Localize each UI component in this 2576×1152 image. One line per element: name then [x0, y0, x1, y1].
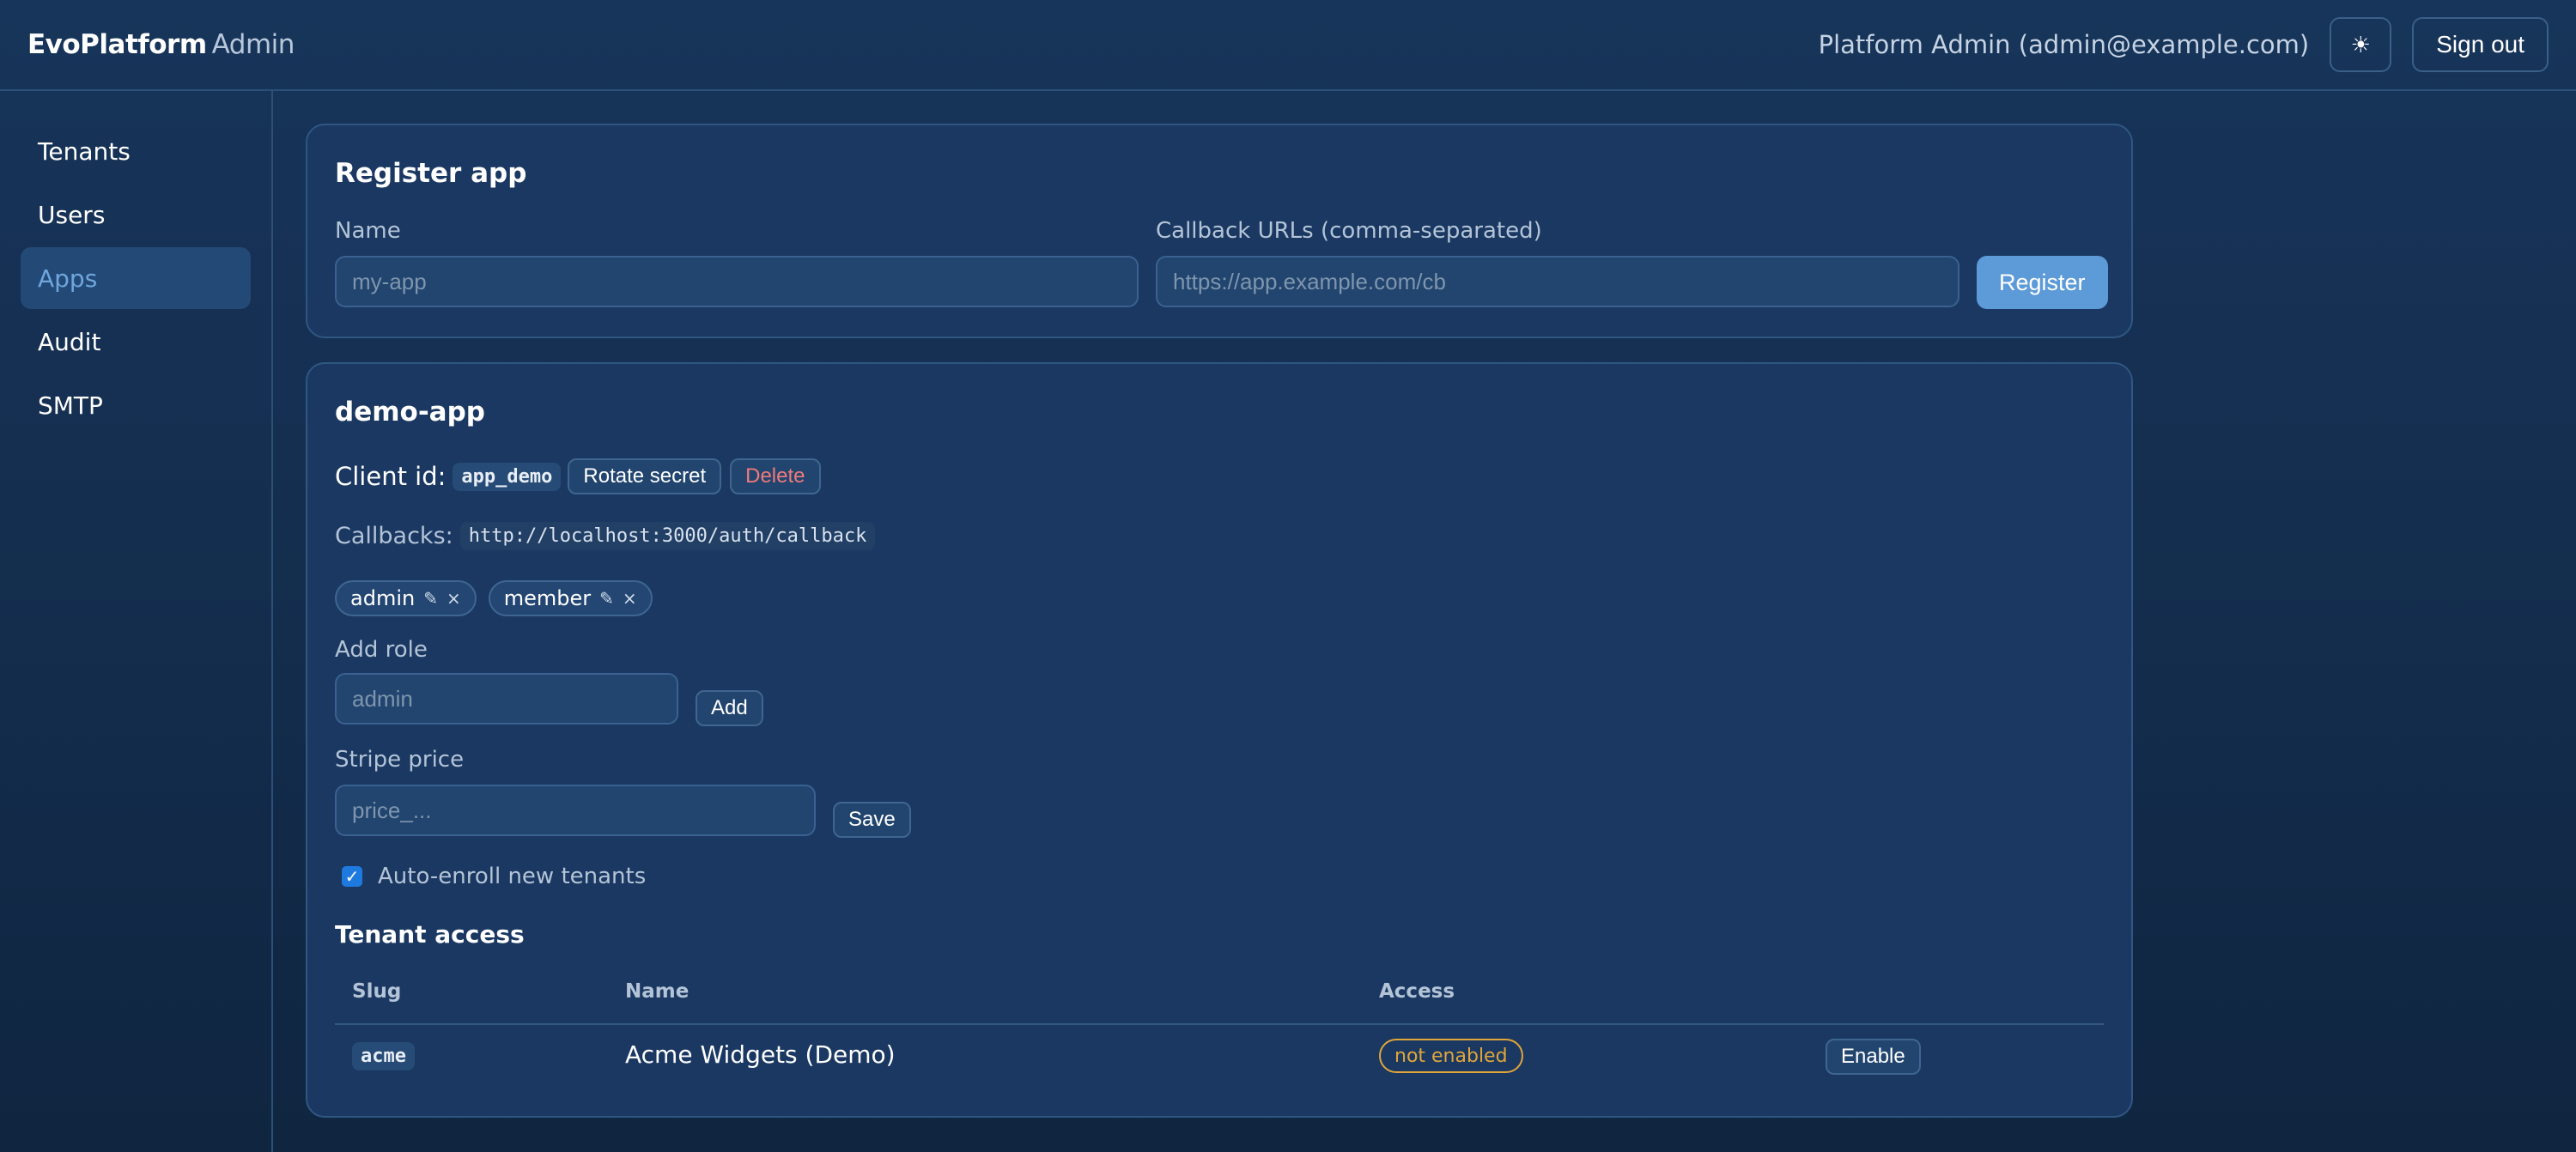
stripe-price-input[interactable]: price_...	[335, 785, 816, 836]
client-id-row: Client id: app_demo Rotate secret Delete	[335, 458, 821, 494]
column-header-slug: Slug	[352, 980, 402, 1003]
tenant-slug-cell: acme	[352, 1042, 415, 1070]
rotate-secret-button[interactable]: Rotate secret	[568, 458, 722, 494]
stripe-price-label: Stripe price	[335, 747, 465, 773]
auto-enroll-row: ✓ Auto-enroll new tenants	[342, 864, 646, 889]
sidebar: Tenants Users Apps Audit SMTP	[0, 91, 273, 1152]
sidebar-item-audit[interactable]: Audit	[21, 311, 251, 373]
tenant-access-title: Tenant access	[335, 920, 525, 949]
app-card-demo-app: demo-app Client id: app_demo Rotate secr…	[306, 362, 2133, 1118]
client-id-label: Client id:	[335, 462, 447, 491]
brand-sub: Admin	[211, 29, 295, 60]
client-id-value: app_demo	[453, 462, 562, 491]
auto-enroll-label: Auto-enroll new tenants	[378, 864, 647, 889]
add-role-button[interactable]: Add	[696, 690, 763, 726]
add-role-label: Add role	[335, 637, 428, 663]
add-role-input[interactable]: admin	[335, 673, 678, 725]
brand-name: EvoPlatform	[27, 29, 207, 60]
callbacks-label: Callbacks:	[335, 523, 453, 549]
register-app-title: Register app	[335, 158, 527, 189]
column-header-access: Access	[1379, 980, 1455, 1003]
delete-app-button[interactable]: Delete	[730, 458, 821, 494]
role-chips: admin ✎ × member ✎ ×	[335, 580, 665, 616]
close-icon[interactable]: ×	[447, 588, 461, 609]
name-field-label: Name	[335, 218, 401, 244]
access-status-badge: not enabled	[1379, 1039, 1523, 1073]
callback-urls-label: Callback URLs (comma-separated)	[1156, 218, 1542, 244]
app-brand[interactable]: EvoPlatform Admin	[27, 29, 295, 60]
register-button[interactable]: Register	[1977, 256, 2108, 309]
callbacks-row: Callbacks: http://localhost:3000/auth/ca…	[335, 522, 876, 550]
tenant-name-cell: Acme Widgets (Demo)	[625, 1040, 896, 1069]
sidebar-item-smtp[interactable]: SMTP	[21, 374, 251, 436]
header-actions: Platform Admin (admin@example.com) ☀ Sig…	[1819, 17, 2549, 72]
role-name: admin	[350, 586, 416, 610]
callback-urls-input[interactable]: https://app.example.com/cb	[1156, 256, 1959, 307]
pencil-icon[interactable]: ✎	[599, 588, 614, 609]
sun-icon: ☀	[2350, 31, 2371, 58]
auto-enroll-checkbox[interactable]: ✓	[342, 866, 362, 887]
app-name-input[interactable]: my-app	[335, 256, 1139, 307]
sign-out-button[interactable]: Sign out	[2412, 17, 2549, 72]
pencil-icon[interactable]: ✎	[423, 588, 438, 609]
theme-toggle-button[interactable]: ☀	[2330, 17, 2392, 72]
role-chip-member: member ✎ ×	[488, 580, 653, 616]
role-chip-admin: admin ✎ ×	[335, 580, 477, 616]
role-name: member	[503, 586, 592, 610]
top-bar: EvoPlatform Admin Platform Admin (admin@e…	[0, 0, 2576, 91]
callback-url-value: http://localhost:3000/auth/callback	[459, 522, 876, 550]
close-icon[interactable]: ×	[623, 588, 637, 609]
column-header-name: Name	[625, 980, 690, 1003]
register-app-card: Register app Name my-app Callback URLs (…	[306, 124, 2133, 338]
save-stripe-price-button[interactable]: Save	[833, 802, 911, 838]
app-title: demo-app	[335, 397, 485, 427]
sidebar-item-tenants[interactable]: Tenants	[21, 120, 251, 182]
sidebar-item-users[interactable]: Users	[21, 184, 251, 246]
enable-access-button[interactable]: Enable	[1826, 1039, 1921, 1075]
current-user-label: Platform Admin (admin@example.com)	[1818, 30, 2310, 59]
table-header-divider	[335, 1023, 2104, 1025]
sidebar-item-apps[interactable]: Apps	[21, 247, 251, 309]
